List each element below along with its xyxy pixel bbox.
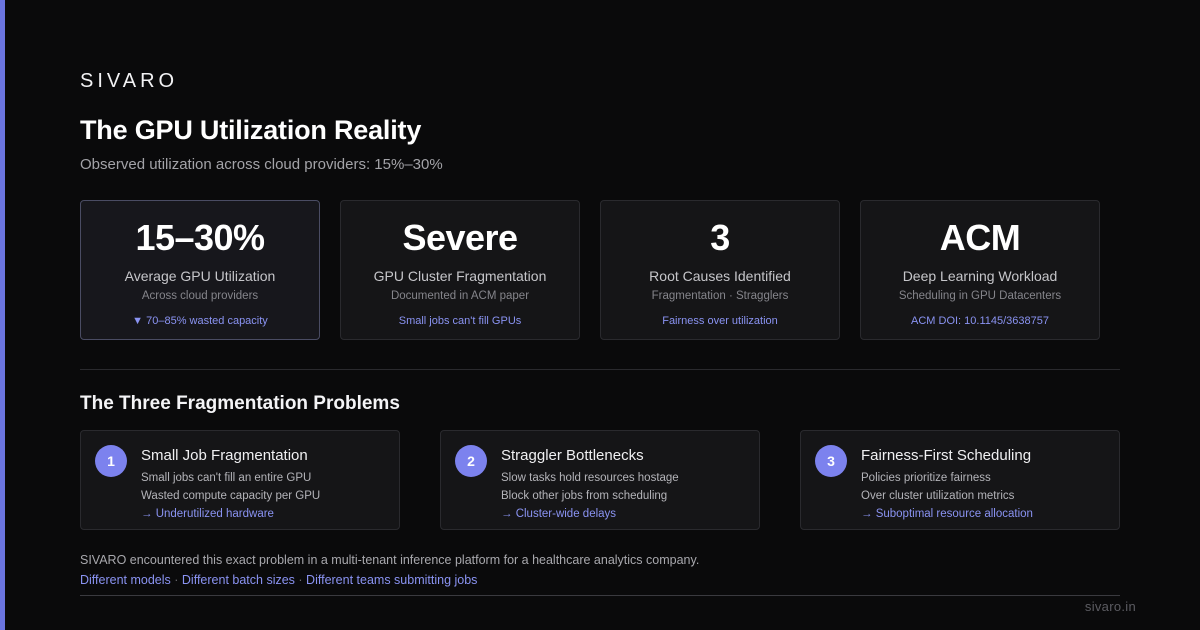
- footer-text: SIVARO encountered this exact problem in…: [80, 553, 700, 567]
- stat-label: Deep Learning Workload: [902, 268, 1058, 284]
- stat-label: Average GPU Utilization: [124, 268, 276, 284]
- problem-detail: Small jobs can't fill an entire GPU: [141, 472, 312, 484]
- problem-result: → Cluster-wide delays: [501, 508, 617, 520]
- problem-result: → Underutilized hardware: [141, 508, 274, 520]
- problem-card-fairness: 3 Fairness-First Scheduling Policies pri…: [800, 430, 1120, 530]
- problem-title: Fairness-First Scheduling: [861, 447, 1032, 464]
- footer-divider: [80, 595, 1120, 596]
- stat-label: GPU Cluster Fragmentation: [373, 268, 547, 284]
- footer-separator: ·: [170, 573, 182, 587]
- problem-detail: Block other jobs from scheduling: [501, 490, 668, 502]
- site-url[interactable]: sivaro.in: [1085, 599, 1136, 614]
- problem-detail: Policies prioritize fairness: [861, 472, 991, 484]
- problem-card-small-job: 1 Small Job Fragmentation Small jobs can…: [80, 430, 400, 530]
- brand-logo: SIVARO: [80, 70, 179, 92]
- stat-value: 3: [710, 217, 730, 258]
- stat-note: ▼ 70–85% wasted capacity: [132, 315, 268, 327]
- stat-label: Root Causes Identified: [649, 268, 791, 284]
- stat-sub: Scheduling in GPU Datacenters: [898, 290, 1062, 302]
- section-title: The Three Fragmentation Problems: [80, 393, 400, 414]
- problem-result: → Suboptimal resource allocation: [861, 508, 1033, 520]
- footer-separator: ·: [294, 573, 307, 587]
- footer-link-batch-sizes[interactable]: Different batch sizes: [182, 573, 295, 587]
- section-divider: [80, 369, 1120, 370]
- stat-value: ACM: [939, 217, 1021, 258]
- stat-value: 15–30%: [135, 217, 265, 258]
- stat-card-fragmentation: Severe GPU Cluster Fragmentation Documen…: [340, 200, 580, 340]
- stat-card-acm: ACM Deep Learning Workload Scheduling in…: [860, 200, 1100, 340]
- problems-row: 1 Small Job Fragmentation Small jobs can…: [80, 430, 1120, 530]
- stat-card-utilization: 15–30% Average GPU Utilization Across cl…: [80, 200, 320, 340]
- number-badge: 1: [95, 445, 127, 477]
- page-subtitle: Observed utilization across cloud provid…: [80, 156, 443, 173]
- stat-value: Severe: [402, 217, 518, 258]
- accent-bar: [0, 0, 5, 630]
- problem-detail: Slow tasks hold resources hostage: [501, 472, 679, 484]
- footer-link-teams[interactable]: Different teams submitting jobs: [306, 573, 477, 587]
- stat-sub: Fragmentation · Stragglers: [651, 290, 789, 302]
- stat-note: Small jobs can't fill GPUs: [398, 315, 522, 327]
- stat-note: ACM DOI: 10.1145/3638757: [911, 315, 1049, 327]
- stat-note: Fairness over utilization: [662, 315, 778, 327]
- slide: SIVARO The GPU Utilization Reality Obser…: [0, 0, 1200, 630]
- stat-sub: Documented in ACM paper: [390, 290, 530, 302]
- footer-link-models[interactable]: Different models: [80, 573, 171, 587]
- number-badge: 3: [815, 445, 847, 477]
- problem-detail: Over cluster utilization metrics: [861, 490, 1015, 502]
- footer-links: Different models · Different batch sizes…: [80, 573, 477, 587]
- stat-card-root-causes: 3 Root Causes Identified Fragmentation ·…: [600, 200, 840, 340]
- stats-row: 15–30% Average GPU Utilization Across cl…: [80, 200, 1120, 340]
- problem-title: Small Job Fragmentation: [141, 447, 308, 464]
- problem-title: Straggler Bottlenecks: [501, 447, 644, 464]
- number-badge: 2: [455, 445, 487, 477]
- stat-sub: Across cloud providers: [141, 290, 259, 302]
- page-title: The GPU Utilization Reality: [80, 115, 422, 145]
- problem-detail: Wasted compute capacity per GPU: [141, 490, 321, 502]
- problem-card-straggler: 2 Straggler Bottlenecks Slow tasks hold …: [440, 430, 760, 530]
